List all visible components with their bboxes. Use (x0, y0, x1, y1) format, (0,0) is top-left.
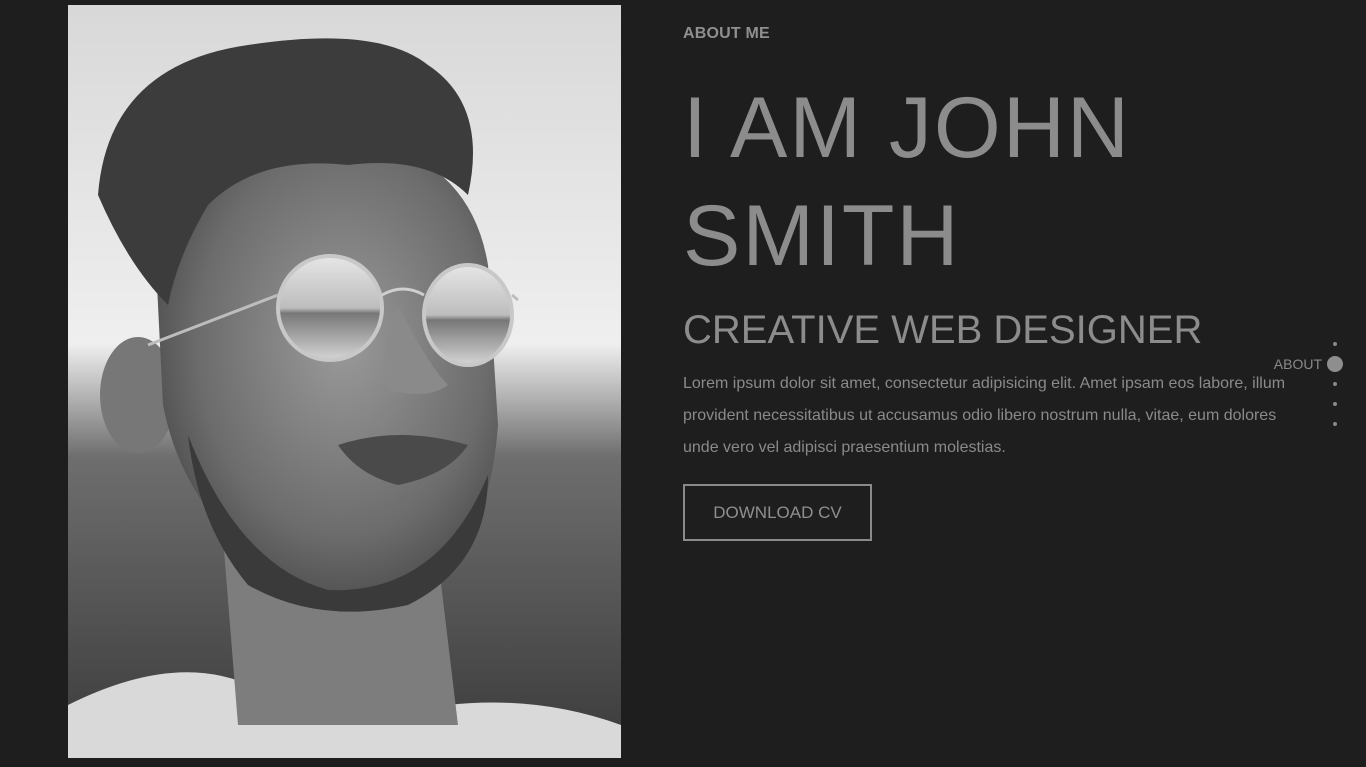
nav-item-about[interactable]: ABOUT (1274, 356, 1343, 372)
nav-item-about-label: ABOUT (1273, 356, 1322, 372)
about-page: ABOUT ME I AM JOHN SMITH CREATIVE WEB DE… (0, 0, 1366, 767)
nav-dot-4[interactable] (1333, 402, 1337, 406)
nav-dot-1[interactable] (1333, 342, 1337, 346)
portrait-photo (68, 5, 621, 758)
section-eyebrow: ABOUT ME (683, 25, 770, 42)
section-dot-nav: ABOUT (1223, 334, 1343, 434)
name-line-1: I AM JOHN (683, 80, 1132, 176)
nav-dot-5[interactable] (1333, 422, 1337, 426)
bio-paragraph: Lorem ipsum dolor sit amet, consectetur … (683, 375, 1286, 456)
about-content: ABOUT ME I AM JOHN SMITH CREATIVE WEB DE… (683, 22, 1303, 541)
name-line-2: SMITH (683, 188, 961, 284)
page-title: I AM JOHN SMITH (683, 74, 1303, 290)
active-dot-icon (1327, 356, 1343, 372)
download-cv-button[interactable]: DOWNLOAD CV (683, 484, 872, 541)
portrait-illustration (68, 5, 621, 758)
role-subtitle: CREATIVE WEB DESIGNER (683, 308, 1203, 352)
nav-dot-3[interactable] (1333, 382, 1337, 386)
